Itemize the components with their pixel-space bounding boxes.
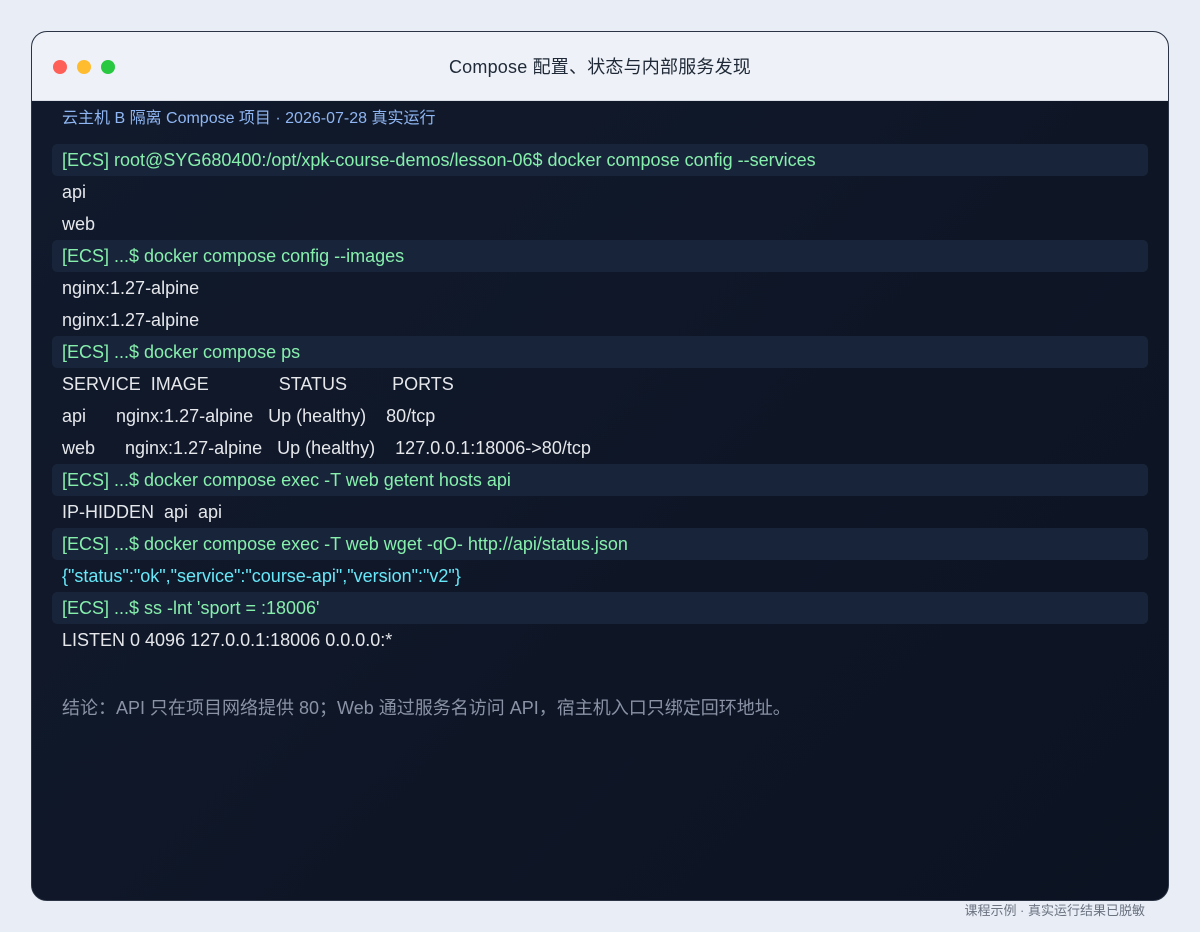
maximize-window-button[interactable] xyxy=(101,60,115,74)
terminal-output: [ECS] root@SYG680400:/opt/xpk-course-dem… xyxy=(52,144,1148,656)
output-line: web nginx:1.27-alpine Up (healthy) 127.0… xyxy=(62,438,591,458)
output-line: web xyxy=(62,214,96,234)
json-output-line: {"status":"ok","service":"course-api","v… xyxy=(62,566,461,586)
window-controls xyxy=(53,60,115,74)
output-line: IP-HIDDEN api api xyxy=(62,502,223,522)
command-line: [ECS] ...$ docker compose exec -T web wg… xyxy=(52,528,1148,560)
title-bar: Compose 配置、状态与内部服务发现 xyxy=(32,32,1168,101)
window-title: Compose 配置、状态与内部服务发现 xyxy=(448,57,752,77)
output-line: SERVICE IMAGE STATUS PORTS xyxy=(62,374,454,394)
output-line: nginx:1.27-alpine xyxy=(62,278,200,298)
command-line: [ECS] ...$ ss -lnt 'sport = :18006' xyxy=(52,592,1148,624)
conclusion-text: 结论：API 只在项目网络提供 80；Web 通过服务名访问 API，宿主机入口… xyxy=(62,698,791,718)
output-line: nginx:1.27-alpine xyxy=(62,310,200,330)
terminal-body[interactable]: 云主机 B 隔离 Compose 项目 · 2026-07-28 真实运行 [E… xyxy=(32,101,1168,900)
terminal-window: Compose 配置、状态与内部服务发现 云主机 B 隔离 Compose 项目… xyxy=(31,31,1169,901)
command-line: [ECS] root@SYG680400:/opt/xpk-course-dem… xyxy=(52,144,1148,176)
close-window-button[interactable] xyxy=(53,60,67,74)
minimize-window-button[interactable] xyxy=(77,60,91,74)
output-line: LISTEN 0 4096 127.0.0.1:18006 0.0.0.0:* xyxy=(62,630,393,650)
terminal-caption: 云主机 B 隔离 Compose 项目 · 2026-07-28 真实运行 xyxy=(62,110,436,127)
command-line: [ECS] ...$ docker compose exec -T web ge… xyxy=(52,464,1148,496)
footer-note: 课程示例 · 真实运行结果已脱敏 xyxy=(964,903,1145,918)
command-line: [ECS] ...$ docker compose ps xyxy=(52,336,1148,368)
output-line: api nginx:1.27-alpine Up (healthy) 80/tc… xyxy=(62,406,436,426)
output-line: api xyxy=(62,182,87,202)
command-line: [ECS] ...$ docker compose config --image… xyxy=(52,240,1148,272)
